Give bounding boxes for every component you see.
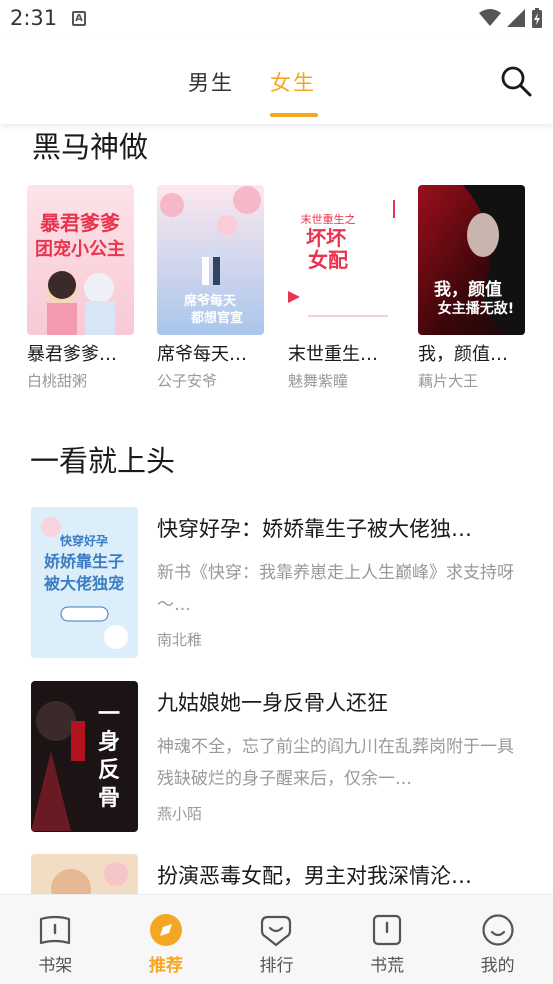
nav-book-shortage[interactable]: 书荒 bbox=[332, 895, 443, 984]
grid-book-2[interactable]: 席爷每天 都想官宣 席爷每天… 公子安爷 bbox=[157, 185, 267, 391]
list-book-2[interactable]: 一 身 反 骨 九姑娘她一身反骨人还狂 神魂不全，忘了前尘的阎九川在乱葬岗附于一… bbox=[31, 681, 531, 833]
heart-chat-icon bbox=[261, 915, 292, 947]
notification-icon: A bbox=[72, 11, 86, 26]
status-icons bbox=[479, 8, 543, 28]
status-bar: 2:31 A bbox=[0, 0, 553, 40]
alert-book-icon bbox=[372, 914, 402, 946]
section-title-dark-horse: 黑马神做 bbox=[32, 130, 149, 164]
book-title: 席爷每天… bbox=[157, 344, 247, 365]
svg-text:坏坏: 坏坏 bbox=[306, 226, 346, 250]
book-cover[interactable]: 暴君爹爹 团宠小公主 bbox=[27, 185, 134, 335]
book-title: 末世重生… bbox=[288, 344, 378, 365]
book-cover[interactable] bbox=[31, 854, 138, 894]
nav-bookshelf[interactable]: 书架 bbox=[0, 895, 111, 984]
book-cover[interactable]: 末世重生之 坏坏 女配 bbox=[288, 185, 395, 335]
signal-icon bbox=[507, 9, 525, 27]
book-cover[interactable]: 席爷每天 都想官宣 bbox=[157, 185, 264, 335]
svg-text:女主播无敌!: 女主播无敌! bbox=[438, 300, 514, 317]
nav-label: 书荒 bbox=[370, 956, 405, 976]
status-time: 2:31 bbox=[10, 6, 58, 30]
book-author: 藕片大王 bbox=[418, 372, 479, 390]
tab-female[interactable]: 女生 bbox=[270, 67, 316, 97]
svg-text:末世重生之: 末世重生之 bbox=[301, 212, 356, 226]
svg-text:女配: 女配 bbox=[308, 248, 348, 272]
svg-text:身: 身 bbox=[98, 729, 120, 755]
book-title: 暴君爹爹… bbox=[27, 344, 117, 365]
nav-ranking[interactable]: 排行 bbox=[221, 895, 332, 984]
svg-text:暴君爹爹: 暴君爹爹 bbox=[40, 211, 121, 235]
wifi-icon bbox=[479, 9, 501, 26]
book-author: 公子安爷 bbox=[157, 372, 218, 390]
svg-text:被大佬独宠: 被大佬独宠 bbox=[44, 574, 124, 593]
book-title: 九姑娘她一身反骨人还狂 bbox=[157, 691, 388, 715]
grid-book-1[interactable]: 暴君爹爹 团宠小公主 暴君爹爹… 白桃甜粥 bbox=[27, 185, 137, 391]
svg-text:骨: 骨 bbox=[98, 786, 120, 811]
svg-text:都想官宣: 都想官宣 bbox=[190, 310, 243, 326]
section-title-addictive: 一看就上头 bbox=[30, 444, 176, 478]
nav-label: 书架 bbox=[38, 956, 73, 976]
svg-text:团宠小公主: 团宠小公主 bbox=[35, 238, 125, 260]
svg-text:席爷每天: 席爷每天 bbox=[184, 293, 237, 309]
book-author: 南北稚 bbox=[157, 631, 203, 649]
active-tab-indicator bbox=[270, 113, 318, 117]
book-title: 我，颜值… bbox=[418, 344, 508, 365]
svg-text:快穿好孕: 快穿好孕 bbox=[60, 533, 108, 548]
svg-text:一: 一 bbox=[98, 702, 120, 727]
book-cover[interactable]: 我，颜值 女主播无敌! bbox=[418, 185, 525, 335]
list-book-1[interactable]: 快穿好孕 娇娇靠生子 被大佬独宠 快穿好孕：娇娇靠生子被大佬独… 新书《快穿：我… bbox=[31, 507, 531, 659]
top-header: 男生 女生 bbox=[0, 40, 553, 124]
book-author: 白桃甜粥 bbox=[27, 372, 88, 390]
book-author: 燕小陌 bbox=[157, 805, 203, 823]
content-scroll[interactable]: 黑马神做 暴君爹爹 团宠小公主 暴君爹爹… 白桃甜粥 席爷每天 都想官宣 席爷每… bbox=[0, 124, 553, 894]
book-icon bbox=[40, 915, 71, 945]
svg-text:我，颜值: 我，颜值 bbox=[434, 279, 502, 300]
svg-text:反: 反 bbox=[98, 758, 120, 783]
nav-label: 推荐 bbox=[148, 956, 183, 976]
nav-recommend[interactable]: 推荐 bbox=[111, 895, 222, 984]
list-book-3[interactable]: 扮演恶毒女配，男主对我深情沦… bbox=[31, 854, 531, 894]
book-description: 神魂不全，忘了前尘的阎九川在乱葬岗附于一具残缺破烂的身子醒来后，仅余一… bbox=[157, 737, 514, 789]
nav-mine[interactable]: 我的 bbox=[442, 895, 553, 984]
nav-label: 排行 bbox=[259, 956, 294, 976]
compass-icon bbox=[149, 914, 182, 946]
battery-icon bbox=[532, 8, 542, 28]
smile-icon bbox=[482, 914, 514, 946]
svg-text:娇娇靠生子: 娇娇靠生子 bbox=[44, 552, 124, 571]
nav-label: 我的 bbox=[480, 956, 515, 976]
grid-book-3[interactable]: 末世重生之 坏坏 女配 末世重生… 魅舞紫瞳 bbox=[288, 185, 398, 391]
book-cover[interactable]: 一 身 反 骨 bbox=[31, 681, 138, 832]
book-title: 快穿好孕：娇娇靠生子被大佬独… bbox=[157, 517, 472, 541]
grid-book-4[interactable]: 我，颜值 女主播无敌! 我，颜值… 藕片大王 bbox=[418, 185, 528, 391]
book-cover[interactable]: 快穿好孕 娇娇靠生子 被大佬独宠 bbox=[31, 507, 138, 658]
search-icon[interactable] bbox=[499, 64, 533, 98]
bottom-nav: 书架 推荐 排行 书荒 我的 bbox=[0, 894, 553, 984]
book-title: 扮演恶毒女配，男主对我深情沦… bbox=[157, 864, 472, 888]
book-description: 新书《快穿：我靠养崽走上人生巅峰》求支持呀～… bbox=[157, 563, 514, 615]
book-author: 魅舞紫瞳 bbox=[288, 372, 349, 390]
tab-male[interactable]: 男生 bbox=[188, 67, 234, 97]
